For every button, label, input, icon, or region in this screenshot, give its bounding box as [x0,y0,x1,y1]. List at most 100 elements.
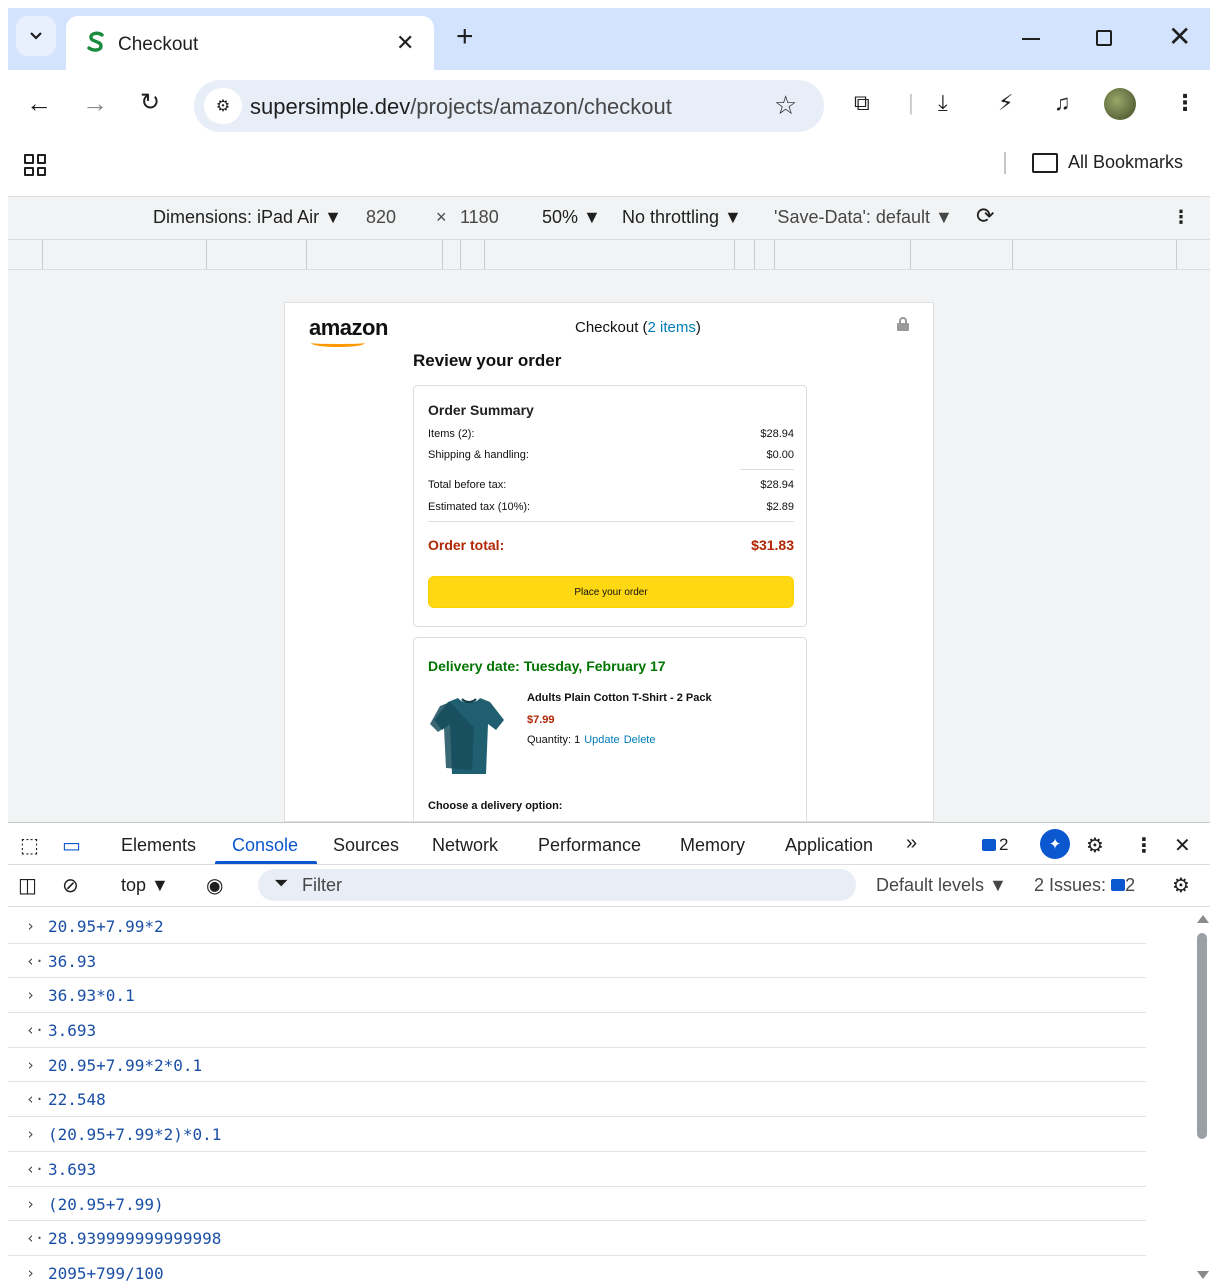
devtools-menu-icon[interactable]: ⋮ [1134,833,1154,858]
amazon-logo[interactable]: amazon [309,315,388,341]
tab-network[interactable]: Network [432,835,498,856]
tab-performance[interactable]: Performance [538,835,641,856]
console-input-line: › 2095+799/100 [8,1256,1146,1286]
devtools-tabbar: ⬚ ▭ Elements Console Sources Network Per… [8,823,1210,865]
delivery-option-heading: Choose a delivery option: [428,800,563,812]
lock-icon [897,317,909,331]
device-more-icon[interactable]: ⋮ [1172,207,1190,228]
scroll-up-icon[interactable] [1197,915,1209,923]
result-arrow-icon: ‹· [26,1159,45,1178]
place-order-button[interactable]: Place your order [428,576,794,608]
sidebar-toggle-icon[interactable]: ◫ [18,873,37,898]
console-line-text: 2095+799/100 [48,1263,164,1283]
result-arrow-icon: ‹· [26,1021,45,1040]
tshirt-product-image [430,698,504,774]
throttling-select[interactable]: No throttling ▼ [622,207,742,228]
product-price: $7.99 [527,714,555,726]
close-devtools-icon[interactable]: ✕ [1174,833,1191,858]
console-line-text: 3.693 [48,1159,97,1179]
extensions-icon[interactable]: ⧉ [854,90,870,116]
download-icon[interactable]: ⤓ [938,90,948,116]
scroll-down-icon[interactable] [1197,1271,1209,1279]
tab-strip: Checkout ✕ + ✕ [8,8,1210,70]
tab-checkout[interactable]: Checkout ✕ [66,16,434,70]
issues-counter[interactable]: 2 [982,835,1008,855]
before-tax-row: Total before tax: $28.94 [428,479,794,491]
console-settings-icon[interactable]: ⚙ [1172,873,1190,898]
console-input-line: › 36.93*0.1 [8,978,1146,1014]
console-input-line: › (20.95+7.99) [8,1187,1146,1222]
inspect-element-icon[interactable]: ⬚ [20,833,39,858]
width-input[interactable]: 820 [366,207,396,228]
tab-application[interactable]: Application [785,835,873,856]
window-close-icon[interactable]: ✕ [1168,20,1191,53]
console-result-line: ‹· 36.93 [8,944,1146,979]
console-output[interactable]: › 20.95+7.99*2 ‹· 36.93 › 36.93*0.1 ‹· 3.693 › 20… [8,909,1194,1286]
context-select[interactable]: top ▼ [121,875,169,896]
filter-funnel-icon: ⏷ [274,873,289,893]
console-line-text: (20.95+7.99*2)*0.1 [48,1125,222,1145]
media-query-ruler [8,240,1210,270]
input-chevron-icon: › [26,1263,36,1282]
rotate-icon[interactable]: ⟳ [976,203,994,229]
height-input[interactable]: 1180 [460,207,499,228]
site-info-icon[interactable]: ⚙ [204,88,242,124]
tab-sources[interactable]: Sources [333,835,399,856]
all-bookmarks-button[interactable]: All Bookmarks [1032,152,1183,173]
profile-avatar[interactable] [1104,88,1136,120]
chevron-down-icon [30,32,42,40]
tab-close-icon[interactable]: ✕ [396,30,414,56]
result-arrow-icon: ‹· [26,951,45,970]
supersimple-favicon-icon [87,31,104,52]
console-result-line: ‹· 3.693 [8,1152,1146,1187]
save-data-select[interactable]: 'Save-Data': default ▼ [774,207,953,228]
delete-link[interactable]: Delete [624,734,656,746]
filter-input[interactable]: ⏷ Filter [258,869,856,901]
dimensions-select[interactable]: Dimensions: iPad Air ▼ [153,207,342,228]
bookmark-star-icon[interactable]: ☆ [774,90,797,121]
order-total-row: Order total: $31.83 [428,537,794,553]
tab-memory[interactable]: Memory [680,835,745,856]
tab-elements[interactable]: Elements [121,835,196,856]
total-divider [428,521,794,522]
subtotal-divider [740,469,794,470]
zoom-select[interactable]: 50% ▼ [542,207,601,228]
summary-title: Order Summary [428,402,534,418]
new-tab-button[interactable]: + [456,20,474,54]
url-text: supersimple.dev/projects/amazon/checkout [250,94,672,119]
console-line-text: 22.548 [48,1090,106,1110]
live-expression-eye-icon[interactable]: ◉ [206,873,223,898]
product-quantity: Quantity: 1 Update Delete [527,734,656,746]
chrome-menu-icon[interactable]: ⋮ [1174,90,1196,116]
reload-icon[interactable]: ↻ [140,88,160,117]
back-icon[interactable]: ← [26,88,52,119]
console-line-text: 20.95+7.99*2*0.1 [48,1055,203,1075]
input-chevron-icon: › [26,986,36,1005]
bookmarks-bar: All Bookmarks [8,142,1210,196]
issues-button[interactable]: 2 Issues: 2 [1034,875,1135,896]
console-line-text: (20.95+7.99) [48,1194,164,1214]
bookmarks-divider [1004,152,1006,174]
tab-console[interactable]: Console [232,835,298,856]
clear-console-icon[interactable]: ⊘ [62,873,79,898]
apps-grid-icon[interactable] [24,154,46,176]
tab-search-button[interactable] [16,16,56,56]
performance-icon[interactable]: ⚡ [998,90,1013,116]
product-name: Adults Plain Cotton T-Shirt - 2 Pack [527,692,712,704]
update-link[interactable]: Update [584,734,619,746]
more-tabs-icon[interactable]: » [906,832,917,855]
forward-icon[interactable]: → [82,88,108,119]
console-input-line: › (20.95+7.99*2)*0.1 [8,1117,1146,1152]
settings-icon[interactable]: ⚙ [1086,833,1104,858]
checkout-header: Checkout (2 items) [575,319,701,336]
item-count-link[interactable]: 2 items [648,319,696,336]
address-bar[interactable]: ⚙ supersimple.dev/projects/amazon/checko… [194,80,824,132]
scroll-thumb[interactable] [1197,933,1207,1139]
console-scrollbar[interactable] [1194,909,1210,1286]
maximize-icon[interactable] [1096,30,1112,46]
media-control-icon[interactable]: ♫ [1054,90,1071,116]
minimize-icon[interactable] [1022,38,1040,40]
ai-assistant-icon[interactable]: ✦ [1040,829,1070,859]
device-toggle-icon[interactable]: ▭ [62,833,81,858]
log-levels-select[interactable]: Default levels ▼ [876,875,1007,896]
